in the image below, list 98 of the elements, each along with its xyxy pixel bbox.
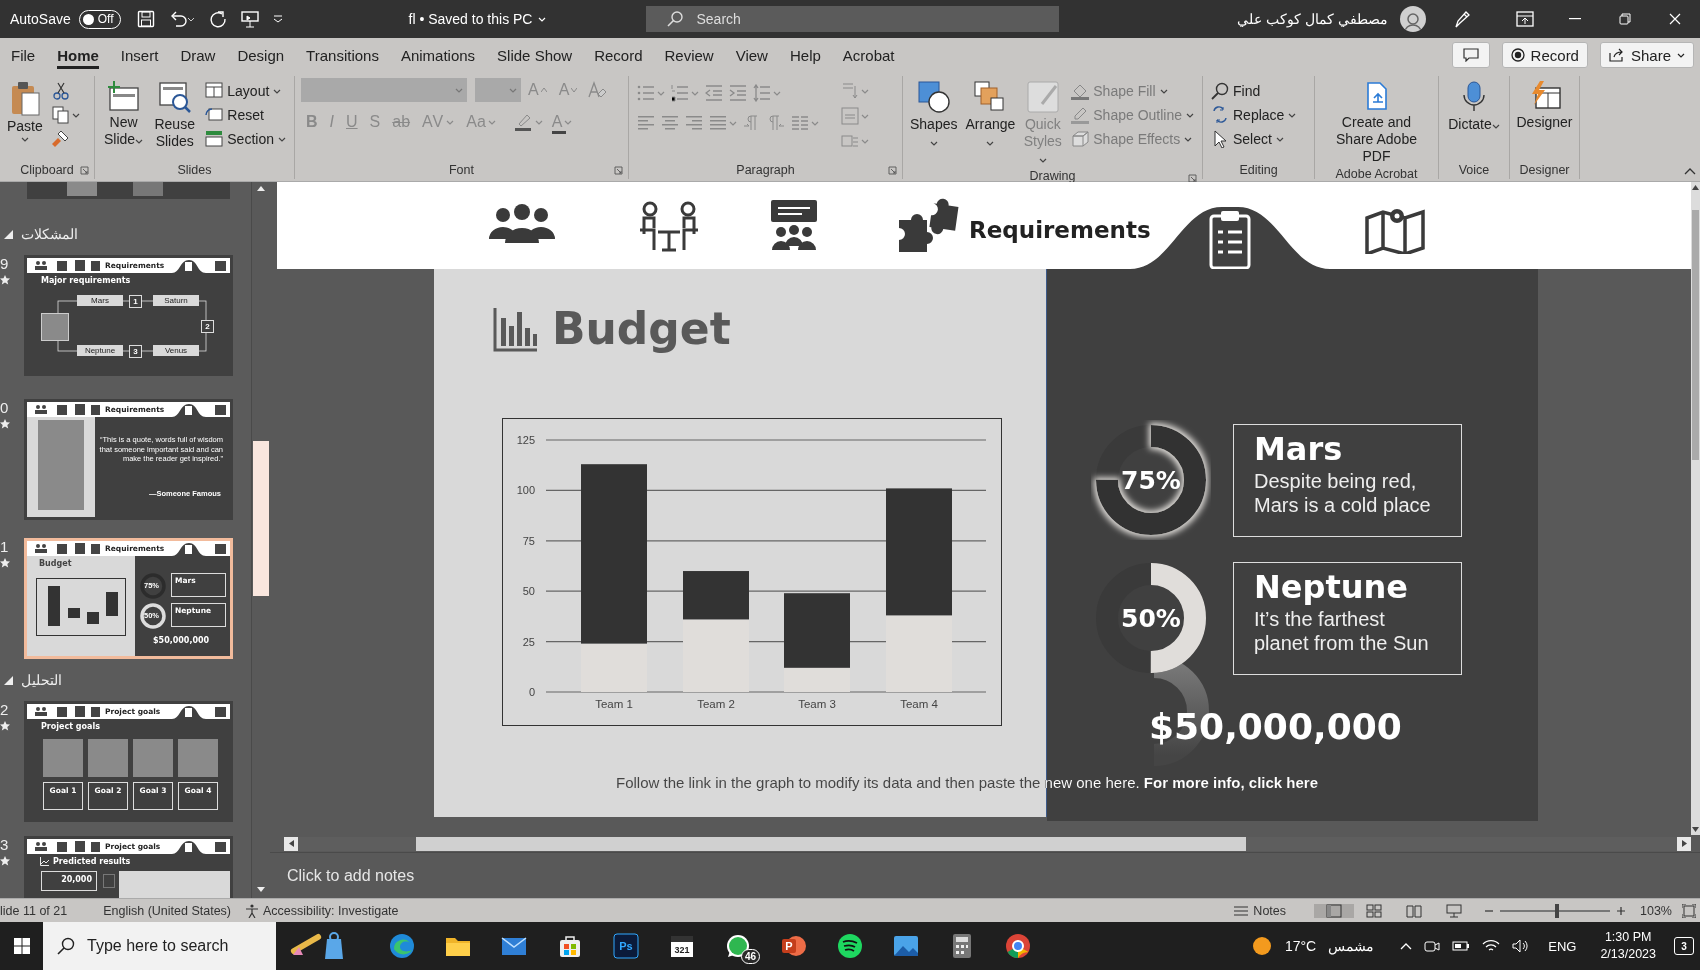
paste-button[interactable]: Paste — [6, 78, 44, 144]
tick-label: 125 — [516, 434, 535, 446]
category-label: Team 2 — [697, 698, 735, 710]
ribbon-button[interactable]: Dictate — [1447, 78, 1501, 135]
group-label: Font — [449, 163, 474, 177]
record-button[interactable]: Record — [1501, 42, 1588, 68]
ribbon-tab[interactable]: Insert — [109, 38, 170, 72]
user-name: مصطفي كمال كوكب علي — [1237, 11, 1388, 27]
tick-label: 0 — [528, 686, 535, 698]
group-label: Voice — [1458, 163, 1490, 177]
card-text: Despite being red, Mars is a cold place — [1254, 468, 1432, 517]
notification-badge: 46 — [740, 949, 760, 964]
slide-number: 3 — [0, 837, 10, 853]
group-label: Paragraph — [736, 163, 795, 177]
ribbon-tab[interactable]: Record — [583, 38, 654, 72]
ribbon-button[interactable]: Designer — [1515, 78, 1574, 133]
taskbar-app[interactable]: 46 — [710, 922, 766, 970]
input-language[interactable]: ENG — [1548, 938, 1577, 954]
tick-label: 50 — [522, 585, 535, 598]
thumbnail-title: Budget — [39, 559, 72, 568]
tick-label: 100 — [516, 484, 535, 497]
ribbon-tab[interactable]: Help — [778, 38, 832, 72]
step-number: 2 — [201, 320, 214, 333]
step-number: 1 — [129, 295, 142, 308]
ribbon-button[interactable]: Find — [1209, 80, 1299, 102]
tick-label: 25 — [522, 635, 535, 648]
percent-label: 50% — [1121, 604, 1181, 633]
ribbon-tab[interactable]: Animations — [389, 38, 487, 72]
group-label: Slides — [177, 163, 212, 177]
ribbon-button[interactable]: Section — [203, 128, 288, 150]
card-text: It’s the farthest planet from the Sun — [1254, 606, 1430, 655]
taskbar-search-field[interactable]: Type here to search — [43, 922, 276, 970]
slide-title: Budget — [552, 303, 731, 354]
group-label: Designer — [1519, 163, 1570, 177]
category-label: Team 4 — [900, 698, 938, 710]
ribbon-button[interactable]: Reuse Slides — [152, 78, 198, 152]
ribbon-tab[interactable]: Review — [653, 38, 725, 72]
percent-label: 75% — [1121, 466, 1181, 495]
document-title[interactable]: fl • Saved to this PC — [408, 11, 547, 27]
section-title[interactable]: التحليل — [21, 672, 62, 688]
ribbon-tab[interactable]: Slide Show — [486, 38, 584, 72]
node-label: Neptune — [77, 345, 123, 356]
group-label: Clipboard — [20, 163, 74, 177]
ribbon-button[interactable]: Shapes — [909, 78, 959, 152]
thumbnail-title: Predicted results — [53, 857, 131, 866]
ribbon-button[interactable]: New Slide — [101, 78, 147, 150]
share-button[interactable]: Share — [1599, 42, 1694, 68]
value-text: 20,000 — [41, 871, 97, 891]
taskbar-app[interactable]: Ps — [598, 922, 654, 970]
group-label: Drawing — [1029, 169, 1076, 183]
ribbon-tab[interactable]: Draw — [169, 38, 227, 72]
slide-number: 2 — [0, 702, 10, 718]
weather-text[interactable]: مشمس — [1328, 938, 1375, 954]
more-info-link[interactable]: For more info, click here — [1143, 774, 1319, 791]
thumbnail-title: Project goals — [41, 722, 100, 731]
ribbon-button[interactable]: Create and Share Adobe PDF — [1321, 78, 1432, 167]
ribbon-button[interactable]: Reset — [203, 104, 288, 126]
notes-button[interactable]: Notes — [1233, 903, 1286, 918]
taskbar-app[interactable]: P — [766, 922, 822, 970]
taskbar-app[interactable]: 321 — [654, 922, 710, 970]
slide-number: 0 — [0, 400, 10, 416]
ribbon-tab[interactable]: Acrobat — [831, 38, 906, 72]
step-number: 3 — [129, 345, 142, 358]
category-label: Team 1 — [595, 698, 633, 710]
node-label: Saturn — [153, 295, 199, 306]
group-label: Adobe Acrobat — [1335, 167, 1418, 181]
language-label: English (United States) — [103, 903, 232, 918]
node-label: Venus — [153, 345, 199, 356]
ribbon-button[interactable]: Layout — [203, 80, 288, 102]
category-label: Team 3 — [798, 698, 836, 710]
zoom-level[interactable]: 103% — [1640, 903, 1672, 918]
ribbon-tab[interactable]: View — [724, 38, 779, 72]
node-label: Mars — [77, 295, 123, 306]
ribbon-tab[interactable]: File — [0, 38, 47, 72]
ribbon-tab[interactable]: Transitions — [295, 38, 390, 72]
ribbon-button[interactable]: Replace — [1209, 104, 1299, 126]
slide-counter: lide 11 of 21 — [0, 903, 68, 918]
slide-number: 9 — [0, 256, 10, 272]
header-label: Requirements — [969, 216, 1151, 243]
amount-text: $50,000,000 — [1149, 706, 1403, 747]
thumbnail-title: Major requirements — [41, 276, 131, 285]
amount-text: $50,000,000 — [153, 636, 210, 645]
card-title: Mars — [1254, 428, 1344, 469]
ribbon-button[interactable]: Arrange — [964, 78, 1017, 152]
search-field[interactable]: Search — [646, 6, 1060, 32]
autosave-label: AutoSave — [10, 11, 71, 27]
notification-count[interactable]: 3 — [1674, 937, 1694, 955]
clock[interactable]: 1:30 PM 2/13/2023 — [1594, 929, 1662, 963]
ribbon-button[interactable]: Select — [1209, 128, 1299, 150]
slide-number: 1 — [0, 539, 10, 555]
ribbon-tab[interactable]: Design — [226, 38, 296, 72]
notes-placeholder: Click to add notes — [287, 866, 415, 885]
temperature[interactable]: 17°C — [1284, 938, 1317, 954]
card-title: Neptune — [1254, 566, 1409, 607]
group-label: Editing — [1239, 163, 1278, 177]
tick-label: 75 — [522, 534, 535, 547]
accessibility-button[interactable]: Accessibility: Investigate — [245, 903, 399, 918]
section-title[interactable]: المشكلات — [21, 226, 78, 242]
